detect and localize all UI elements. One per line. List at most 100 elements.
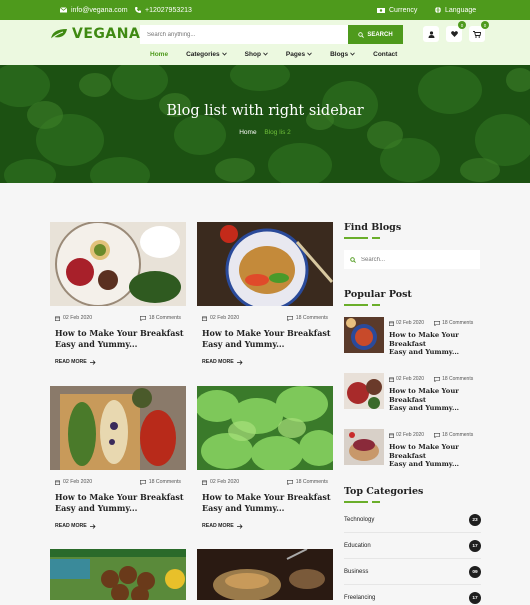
category-count-badge: 17	[469, 592, 481, 604]
popular-post-title: How to Make Your Breakfast Easy and Yummy…	[389, 331, 489, 357]
breadcrumb: Home Blog lis 2	[0, 129, 530, 136]
fruit-bowl-image[interactable]	[50, 222, 186, 306]
post-title[interactable]: How to Make Your Breakfast Easy and Yummy…	[197, 492, 333, 513]
nav-shop-label: Shop	[244, 50, 261, 58]
category-item-freelancing[interactable]: Freelancing 17	[344, 591, 481, 605]
sidebar-search-input[interactable]	[361, 256, 471, 263]
currency-selector[interactable]: Currency	[377, 0, 417, 20]
top-categories-widget: Top Categories	[344, 486, 423, 503]
phone-icon	[135, 7, 141, 13]
post-date-text: 02 Feb 2020	[63, 479, 93, 485]
divider	[344, 558, 481, 559]
main-nav: Home Categories Shop Pages Blogs Contact	[150, 48, 415, 60]
calendar-icon	[55, 480, 60, 485]
search-icon	[358, 31, 365, 38]
nav-blogs[interactable]: Blogs	[330, 48, 355, 60]
noodle-plate-image[interactable]	[197, 222, 333, 306]
category-item-technology[interactable]: Technology 23	[344, 513, 481, 527]
post-comments: 18 Comments	[139, 479, 181, 485]
phone-link[interactable]: +12027953213	[135, 0, 192, 20]
arrow-right-icon	[236, 523, 243, 529]
vegetable-market-graphic	[50, 549, 186, 600]
lettuce-graphic	[197, 386, 333, 470]
post-title[interactable]: How to Make Your Breakfast Easy and Yummy…	[50, 328, 186, 349]
chevron-down-icon	[307, 52, 312, 56]
page-title: Blog list with right sidebar	[166, 103, 364, 119]
nav-contact[interactable]: Contact	[373, 48, 397, 60]
popular-post-item[interactable]: 02 Feb 2020 18 Comments How to Make Your…	[344, 373, 484, 412]
category-name: Education	[344, 543, 371, 549]
post-meta: 02 Feb 2020 18 Comments	[50, 479, 186, 485]
header-icons: 0 0	[423, 21, 489, 42]
blog-card: 02 Feb 2020 18 Comments How to Make Your…	[50, 222, 186, 365]
calendar-icon	[389, 433, 394, 438]
language-selector[interactable]: Language	[435, 0, 476, 20]
nav-home[interactable]: Home	[150, 48, 168, 60]
search-input[interactable]	[140, 25, 348, 44]
cart-count-badge: 0	[481, 21, 489, 29]
header-search: SEARCH	[140, 25, 403, 44]
popular-post-thumbnail	[344, 429, 384, 465]
calendar-icon	[389, 321, 394, 326]
popular-post-item[interactable]: 02 Feb 2020 18 Comments How to Make Your…	[344, 429, 484, 468]
find-blogs-widget: Find Blogs	[344, 222, 401, 239]
cart-button[interactable]: 0	[469, 21, 489, 42]
read-more-link[interactable]: READ MORE	[197, 523, 333, 529]
nav-pages-label: Pages	[285, 50, 306, 58]
category-item-business[interactable]: Business 09	[344, 565, 481, 579]
email-link[interactable]: info@vegana.com	[60, 0, 128, 20]
popular-post-comments: 18 Comments	[434, 432, 473, 438]
vegetable-market-image[interactable]	[50, 549, 186, 600]
search-button[interactable]: SEARCH	[348, 25, 403, 44]
toast-board-graphic	[50, 386, 186, 470]
popular-post-title-line1: How to Make Your Breakfast	[389, 331, 459, 348]
post-date-text: 02 Feb 2020	[210, 315, 240, 321]
breadcrumb-home[interactable]: Home	[239, 129, 256, 136]
blog-card: 02 Feb 2020 18 Comments How to Make Your…	[197, 222, 333, 365]
toast-board-image[interactable]	[50, 386, 186, 470]
comment-icon	[286, 479, 293, 485]
wishlist-count-badge: 0	[458, 21, 466, 29]
nav-pages[interactable]: Pages	[286, 48, 312, 60]
lettuce-image[interactable]	[197, 386, 333, 470]
read-more-link[interactable]: READ MORE	[50, 359, 186, 365]
search-icon	[350, 256, 356, 263]
post-date-text: 02 Feb 2020	[63, 315, 93, 321]
top-categories-title: Top Categories	[344, 486, 424, 497]
post-title[interactable]: How to Make Your Breakfast Easy and Yummy…	[197, 328, 333, 349]
account-button[interactable]	[423, 26, 439, 42]
post-title-line1: How to Make Your Breakfast	[202, 328, 331, 338]
nav-shop[interactable]: Shop	[245, 48, 268, 60]
category-count-badge: 23	[469, 514, 481, 526]
read-more-link[interactable]: READ MORE	[197, 359, 333, 365]
read-more-label: READ MORE	[202, 359, 234, 365]
post-comments: 18 Comments	[286, 315, 328, 321]
title-underline	[344, 501, 380, 503]
post-title-line2: Easy and Yummy...	[202, 338, 285, 349]
comment-icon	[139, 479, 146, 485]
nav-categories[interactable]: Categories	[186, 48, 227, 60]
popular-post-title: Popular Post	[344, 289, 412, 300]
top-bar: info@vegana.com +12027953213 Currency La…	[0, 0, 530, 20]
popular-post-date: 02 Feb 2020	[389, 376, 424, 382]
category-item-education[interactable]: Education 17	[344, 539, 481, 553]
find-blogs-title: Find Blogs	[344, 222, 402, 233]
post-date-text: 02 Feb 2020	[210, 479, 240, 485]
post-title[interactable]: How to Make Your Breakfast Easy and Yummy…	[50, 492, 186, 513]
post-comments-text: 18 Comments	[148, 479, 181, 485]
search-button-label: SEARCH	[367, 31, 393, 38]
globe-icon	[435, 7, 441, 13]
blog-card: 02 Feb 2020 18 Comments How to Make Your…	[197, 386, 333, 529]
blog-card	[197, 549, 333, 600]
arrow-right-icon	[89, 359, 96, 365]
popular-post-item[interactable]: 02 Feb 2020 18 Comments How to Make Your…	[344, 317, 484, 356]
calendar-icon	[55, 316, 60, 321]
cooking-dish-image[interactable]	[197, 549, 333, 600]
arrow-right-icon	[89, 523, 96, 529]
popular-post-comments: 18 Comments	[434, 376, 473, 382]
popular-post-comments-text: 18 Comments	[442, 432, 474, 438]
post-date: 02 Feb 2020	[55, 315, 92, 321]
read-more-link[interactable]: READ MORE	[50, 523, 186, 529]
logo[interactable]: VEGANA	[50, 26, 140, 42]
wishlist-button[interactable]: 0	[446, 21, 466, 42]
